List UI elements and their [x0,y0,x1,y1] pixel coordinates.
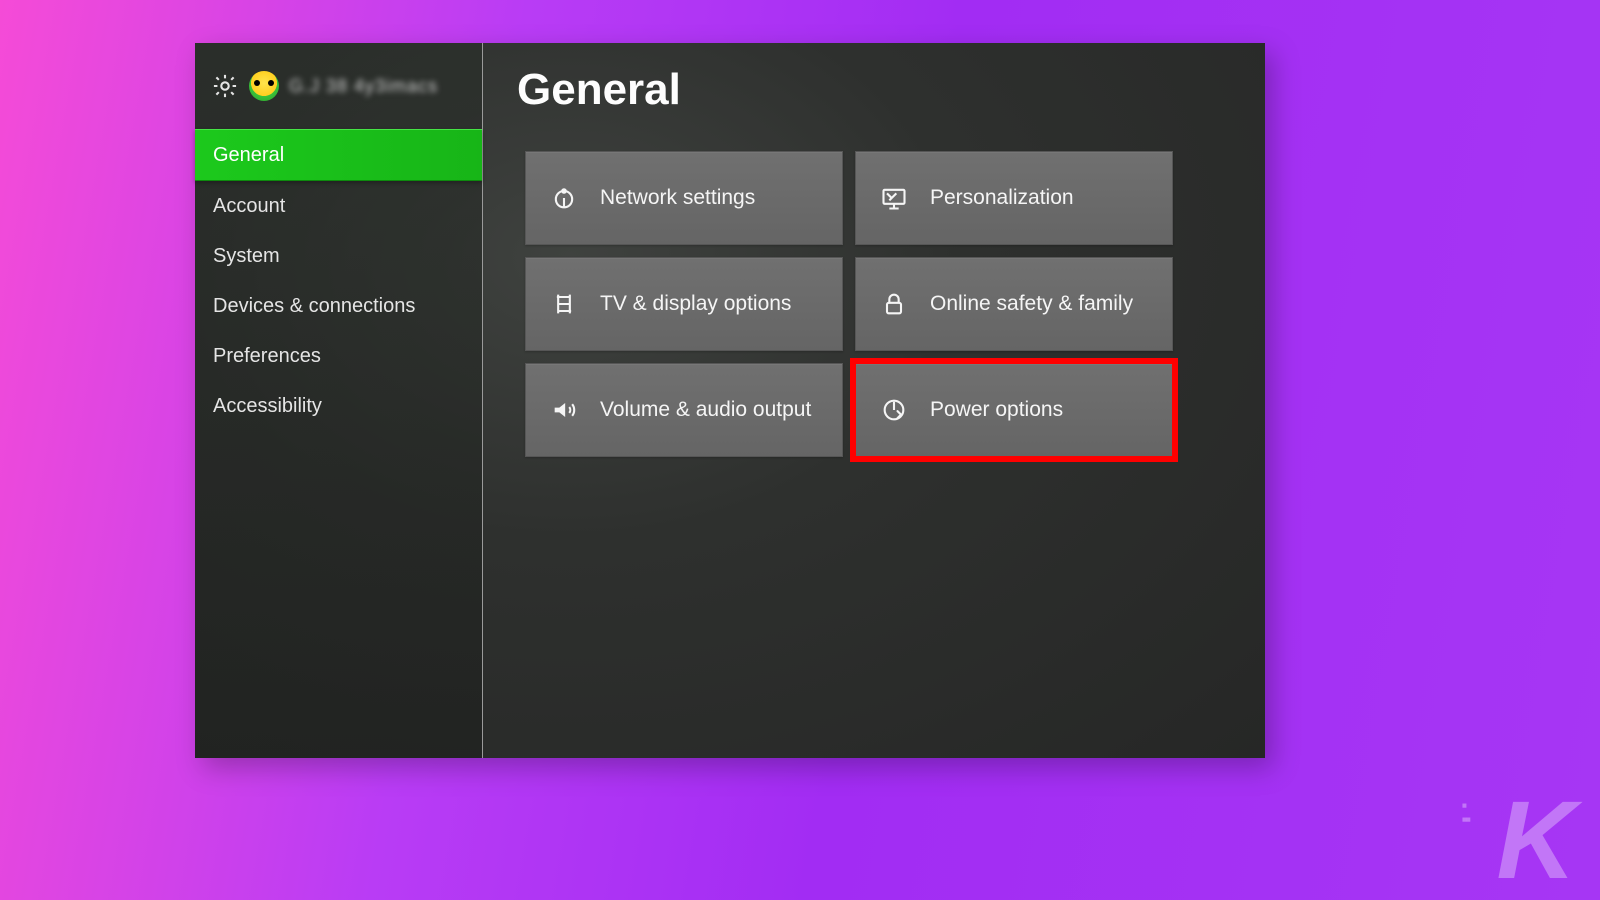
sidebar-item-label: Preferences [213,345,321,367]
tile-grid: Network settings Personalization TV & di… [525,151,1239,457]
sidebar-item-system[interactable]: System [195,231,482,281]
sidebar-item-account[interactable]: Account [195,181,482,231]
tile-label: Volume & audio output [600,398,811,422]
tile-label: Power options [930,398,1063,422]
tile-power-options[interactable]: Power options [855,363,1173,457]
tile-network-settings[interactable]: Network settings [525,151,843,245]
watermark-dots: ∙∙∙ [1461,799,1469,827]
settings-window: G.J 38 4y3imacs General Account System D… [195,43,1265,758]
tile-tv-display-options[interactable]: TV & display options [525,257,843,351]
tile-volume-audio-output[interactable]: Volume & audio output [525,363,843,457]
personalization-icon [878,182,910,214]
gear-icon [211,72,239,100]
lock-icon [878,288,910,320]
sidebar-item-accessibility[interactable]: Accessibility [195,381,482,431]
page-title: General [517,65,1239,115]
page-background: G.J 38 4y3imacs General Account System D… [0,0,1600,900]
tile-label: Personalization [930,186,1074,210]
power-icon [878,394,910,426]
sidebar-item-label: General [213,144,284,166]
sidebar-item-label: Account [213,195,285,217]
network-icon [548,182,580,214]
sidebar-nav: General Account System Devices & connect… [195,129,482,431]
watermark-letter: K [1497,779,1572,900]
tile-online-safety-family[interactable]: Online safety & family [855,257,1173,351]
tile-label: Network settings [600,186,755,210]
tv-display-icon [548,288,580,320]
watermark-logo: ∙∙∙ K [1497,791,1572,890]
avatar[interactable] [249,71,279,101]
sidebar-header: G.J 38 4y3imacs [195,61,482,129]
sidebar-item-preferences[interactable]: Preferences [195,331,482,381]
volume-icon [548,394,580,426]
sidebar-item-label: Devices & connections [213,295,415,317]
gamertag-label: G.J 38 4y3imacs [289,76,438,97]
tile-label: Online safety & family [930,292,1133,316]
main-panel: General Network settings Personalization [483,43,1265,758]
sidebar-item-devices-connections[interactable]: Devices & connections [195,281,482,331]
sidebar-item-label: Accessibility [213,395,322,417]
tile-label: TV & display options [600,292,791,316]
sidebar: G.J 38 4y3imacs General Account System D… [195,43,483,758]
tile-personalization[interactable]: Personalization [855,151,1173,245]
sidebar-item-general[interactable]: General [195,129,482,181]
sidebar-item-label: System [213,245,280,267]
